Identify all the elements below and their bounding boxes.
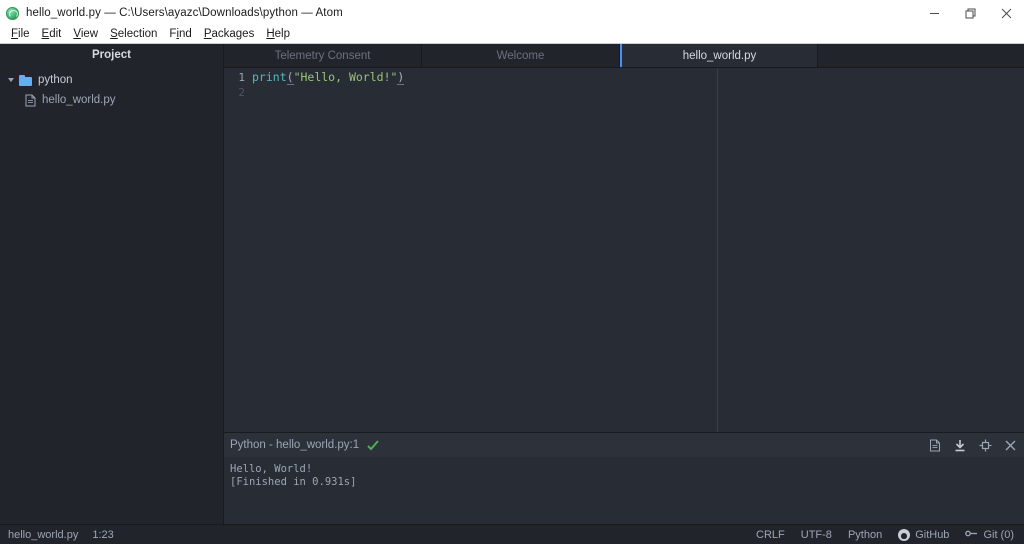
tab-bar-empty-space [818, 44, 1024, 67]
window-title: hello_world.py — C:\Users\ayazc\Download… [26, 7, 343, 19]
close-button[interactable] [988, 0, 1024, 26]
split-icon[interactable] [979, 439, 992, 452]
close-icon[interactable] [1005, 440, 1016, 451]
menu-bar: File Edit View Selection Find Packages H… [0, 26, 1024, 44]
line-number: 2 [238, 86, 245, 99]
script-panel-header: Python - hello_world.py:1 [224, 433, 1024, 457]
wrap-guide [717, 68, 718, 432]
github-status-item[interactable]: GitHub [898, 528, 950, 541]
tab-welcome[interactable]: Welcome [422, 44, 620, 67]
code-line: 2 [224, 85, 1024, 100]
tree-item-label: hello_world.py [42, 94, 116, 106]
menu-item-view[interactable]: View [67, 26, 104, 43]
menu-item-edit[interactable]: Edit [36, 26, 68, 43]
status-bar: hello_world.py 1:23 CRLF UTF-8 Python Gi… [0, 524, 1024, 544]
token-open-paren: ( [286, 70, 294, 85]
tab-hello-world-py[interactable]: hello_world.py [620, 44, 818, 67]
line-ending-selector[interactable]: CRLF [756, 529, 785, 541]
line-number: 1 [238, 71, 245, 84]
sidebar-title: Project [92, 49, 131, 61]
window-controls [916, 0, 1024, 26]
menu-item-selection[interactable]: Selection [104, 26, 163, 43]
tab-label: Welcome [496, 49, 545, 62]
tree-item-hello-world-file[interactable]: hello_world.py [0, 90, 223, 110]
title-bar: hello_world.py — C:\Users\ayazc\Download… [0, 0, 1024, 26]
token-string: "Hello, World!" [293, 70, 398, 84]
github-label: GitHub [915, 528, 950, 541]
script-panel-title: Python - hello_world.py:1 [230, 439, 360, 451]
file-icon [25, 94, 36, 107]
script-output-text: Hello, World! [Finished in 0.931s] [230, 463, 357, 488]
code-line: 1 print("Hello, World!") [224, 70, 1024, 85]
menu-item-help[interactable]: Help [260, 26, 296, 43]
code-text: print("Hello, World!") [252, 70, 405, 85]
cursor-position[interactable]: 1:23 [92, 529, 113, 541]
active-file-name[interactable]: hello_world.py [8, 529, 78, 541]
tree-item-python-folder[interactable]: python [0, 70, 223, 90]
text-editor[interactable]: 1 print("Hello, World!") 2 [224, 68, 1024, 432]
atom-logo-icon [6, 6, 19, 20]
token-close-paren: ) [397, 70, 405, 85]
status-bar-right: CRLF UTF-8 Python GitHub Git (0) [756, 528, 1014, 542]
script-panel-actions [929, 439, 1016, 452]
script-output-panel: Python - hello_world.py:1 Hello, World! … [224, 432, 1024, 524]
file-copy-icon[interactable] [929, 439, 941, 452]
green-check-icon [367, 439, 379, 451]
chevron-down-icon[interactable] [6, 75, 17, 86]
token-function: print [252, 70, 287, 84]
tree-item-label: python [38, 74, 73, 86]
project-tree: python hello_world.py [0, 66, 223, 110]
atom-window: hello_world.py — C:\Users\ayazc\Download… [0, 0, 1024, 544]
tab-bar: Telemetry Consent Welcome hello_world.py [224, 44, 1024, 68]
restore-button[interactable] [952, 0, 988, 26]
menu-item-packages[interactable]: Packages [198, 26, 261, 43]
workspace: Project python hello_world.py Telemetry … [0, 44, 1024, 524]
tab-label: Telemetry Consent [274, 49, 371, 62]
git-status-item[interactable]: Git (0) [965, 528, 1014, 542]
minimize-button[interactable] [916, 0, 952, 26]
folder-icon [19, 74, 32, 86]
project-sidebar: Project python hello_world.py [0, 44, 224, 524]
file-encoding-selector[interactable]: UTF-8 [801, 529, 832, 541]
git-branch-icon [965, 528, 978, 542]
tab-label: hello_world.py [682, 49, 757, 62]
status-bar-left: hello_world.py 1:23 [8, 529, 114, 541]
octocat-icon [898, 528, 911, 541]
git-label: Git (0) [983, 528, 1014, 541]
editor-column: Telemetry Consent Welcome hello_world.py… [224, 44, 1024, 524]
menu-item-find[interactable]: Find [163, 26, 197, 43]
download-icon[interactable] [954, 439, 966, 452]
code-content[interactable]: 1 print("Hello, World!") 2 [224, 68, 1024, 100]
tab-telemetry-consent[interactable]: Telemetry Consent [224, 44, 422, 67]
menu-item-file[interactable]: File [5, 26, 36, 43]
grammar-selector[interactable]: Python [848, 529, 882, 541]
